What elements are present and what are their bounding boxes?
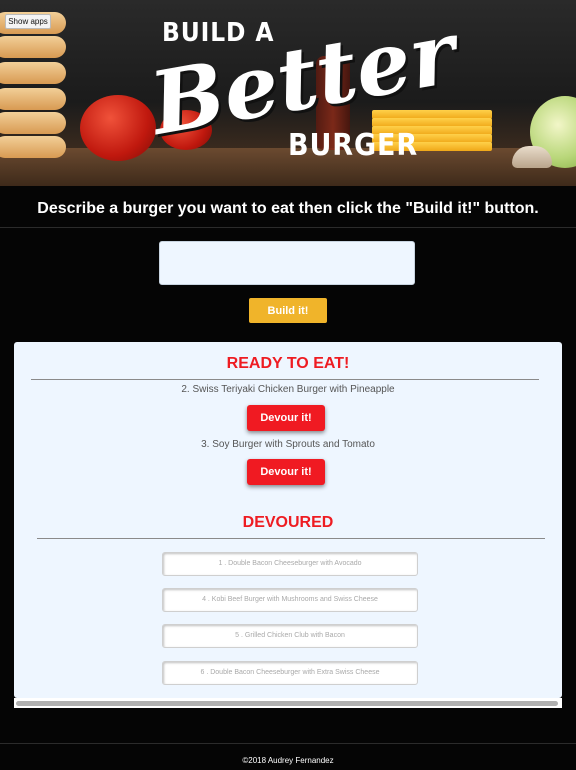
footer-copyright: ©2018 Audrey Fernandez — [242, 756, 334, 765]
devour-button[interactable]: Devour it! — [247, 405, 325, 431]
instruction-text: Describe a burger you want to eat then c… — [37, 200, 539, 217]
devoured-item: 5 . Grilled Chicken Club with Bacon — [162, 624, 418, 648]
devoured-heading: DEVOURED — [242, 514, 334, 531]
bun-image — [0, 62, 66, 84]
bun-image — [0, 136, 66, 158]
build-it-button[interactable]: Build it! — [249, 298, 327, 323]
ready-item: 3. Soy Burger with Sprouts and Tomato — [201, 439, 375, 450]
tomato-image — [80, 95, 156, 161]
scrollbar-thumb[interactable] — [16, 701, 558, 706]
bun-image — [0, 88, 66, 110]
devoured-divider — [37, 538, 545, 539]
ready-divider — [31, 379, 539, 380]
mushroom-image — [512, 146, 552, 168]
logo-line2: BURGER — [288, 128, 419, 163]
ready-to-eat-heading: READY TO EAT! — [226, 355, 350, 372]
devoured-item: 6 . Double Bacon Cheeseburger with Extra… — [162, 661, 418, 685]
hero-banner: BUILD A Better BURGER Show apps — [0, 0, 576, 186]
show-apps-button[interactable]: Show apps — [5, 14, 51, 29]
devoured-item: 4 . Kobi Beef Burger with Mushrooms and … — [162, 588, 418, 612]
burger-name-input[interactable] — [159, 241, 415, 285]
devour-button[interactable]: Devour it! — [247, 459, 325, 485]
devoured-item: 1 . Double Bacon Cheeseburger with Avoca… — [162, 552, 418, 576]
ready-item: 2. Swiss Teriyaki Chicken Burger with Pi… — [181, 384, 395, 395]
footer-divider — [0, 743, 576, 744]
bun-image — [0, 112, 66, 134]
bun-image — [0, 36, 66, 58]
